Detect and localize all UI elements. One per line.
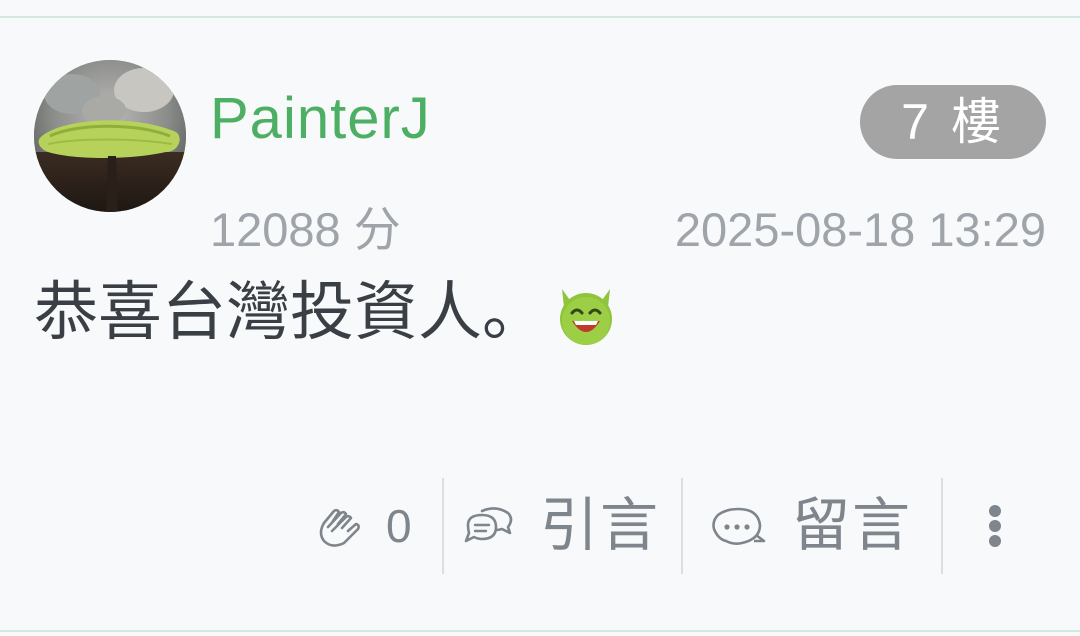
- comment-label: 留言: [792, 493, 913, 558]
- devil-laughing-emoji: [554, 283, 618, 347]
- more-vertical-icon: [985, 501, 1005, 551]
- post-content-text: 恭喜台灣投資人。: [34, 276, 546, 348]
- gp-count: 0: [386, 500, 412, 552]
- clap-hands-icon: [314, 501, 364, 551]
- more-button[interactable]: [970, 478, 1020, 574]
- action-divider: [681, 478, 683, 574]
- chat-bubbles-icon: [462, 501, 514, 551]
- comment-button[interactable]: 留言: [710, 478, 920, 574]
- post-timestamp: 2025-08-18 13:29: [674, 203, 1046, 256]
- comment-bubble-icon: [710, 501, 766, 551]
- action-divider: [941, 478, 943, 574]
- bottom-divider: [0, 630, 1080, 632]
- top-divider: [0, 16, 1080, 18]
- quote-button[interactable]: 引言: [462, 478, 662, 574]
- gp-button[interactable]: 0: [314, 478, 414, 574]
- post-content: 恭喜台灣投資人。: [34, 272, 618, 352]
- username[interactable]: PainterJ: [210, 86, 431, 152]
- avatar[interactable]: [34, 60, 186, 212]
- quote-label: 引言: [540, 493, 661, 558]
- action-divider: [442, 478, 444, 574]
- user-score: 12088 分: [210, 203, 401, 256]
- floor-badge: 7 樓: [860, 85, 1046, 159]
